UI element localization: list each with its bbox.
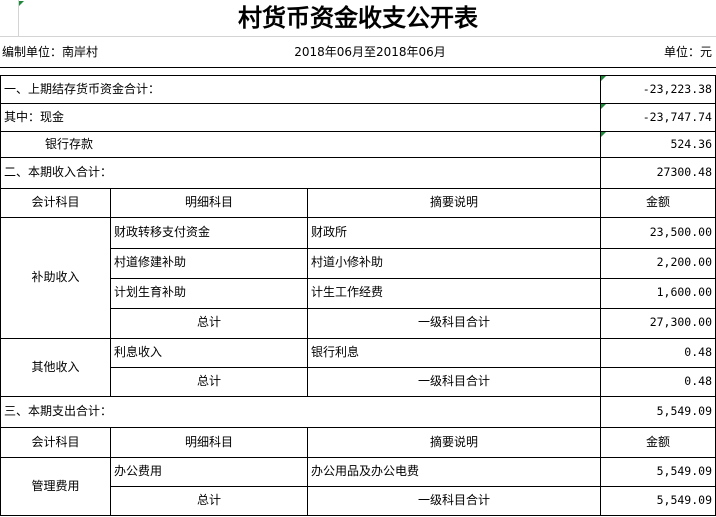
table-row-desc: 财政所 <box>311 225 348 239</box>
bank-deposit-label: 银行存款 <box>45 137 94 151</box>
prev-balance-value: -23,223.38 <box>642 82 712 96</box>
subtotal-desc: 一级科目合计 <box>417 493 490 507</box>
grid-line <box>0 36 716 37</box>
table-row-amount: 23,500.00 <box>649 225 712 239</box>
prev-balance-label: 一、上期结存货币资金合计： <box>4 82 161 96</box>
table-border <box>0 67 716 68</box>
table-row-amount: 1,600.00 <box>656 285 712 299</box>
subtotal-label: 总计 <box>196 315 221 329</box>
table-row-detail: 村道修建补助 <box>114 255 187 269</box>
table-row-amount: 0.48 <box>684 345 712 359</box>
subtotal-amount: 5,549.09 <box>656 493 712 507</box>
expense-total-value: 5,549.09 <box>656 404 712 418</box>
table-border <box>0 515 716 516</box>
income-total-label: 二、本期收入合计： <box>4 165 113 179</box>
category-subsidy-income: 补助收入 <box>31 270 80 284</box>
table-row-amount: 2,200.00 <box>656 255 712 269</box>
table-row-desc: 银行利息 <box>311 345 360 359</box>
page-title: 村货币资金收支公开表 <box>238 3 478 32</box>
cell-marker-icon <box>19 1 24 6</box>
table-row-desc: 村道小修补助 <box>311 255 384 269</box>
cash-value: -23,747.74 <box>642 110 712 124</box>
header-amount: 金额 <box>645 195 670 209</box>
subtotal-label: 总计 <box>196 374 221 388</box>
header-account: 会计科目 <box>31 435 80 449</box>
subtotal-desc: 一级科目合计 <box>417 315 490 329</box>
cash-label: 其中：现金 <box>4 110 65 124</box>
table-row-detail: 办公费用 <box>114 464 163 478</box>
compiling-unit: 编制单位：南岸村 <box>2 45 99 59</box>
category-management-expense: 管理费用 <box>31 479 80 493</box>
report-period: 2018年06月至2018年06月 <box>294 45 446 59</box>
table-row-detail: 利息收入 <box>114 345 163 359</box>
table-row-desc: 计生工作经费 <box>311 285 384 299</box>
header-detail: 明细科目 <box>184 195 233 209</box>
header-account: 会计科目 <box>31 195 80 209</box>
header-desc: 摘要说明 <box>429 435 478 449</box>
expense-total-label: 三、本期支出合计： <box>4 404 113 418</box>
subtotal-amount: 0.48 <box>684 374 712 388</box>
header-detail: 明细科目 <box>184 435 233 449</box>
table-row-detail: 财政转移支付资金 <box>114 225 211 239</box>
bank-deposit-value: 524.36 <box>670 137 712 151</box>
subtotal-label: 总计 <box>196 493 221 507</box>
table-row-detail: 计划生育补助 <box>114 285 187 299</box>
income-total-value: 27300.48 <box>656 165 712 179</box>
header-amount: 金额 <box>645 435 670 449</box>
table-row-amount: 5,549.09 <box>656 464 712 478</box>
header-desc: 摘要说明 <box>429 195 478 209</box>
currency-unit: 单位：元 <box>663 45 712 59</box>
subtotal-amount: 27,300.00 <box>649 315 712 329</box>
subtotal-desc: 一级科目合计 <box>417 374 490 388</box>
category-other-income: 其他收入 <box>31 360 80 374</box>
table-row-desc: 办公用品及办公电费 <box>311 464 420 478</box>
